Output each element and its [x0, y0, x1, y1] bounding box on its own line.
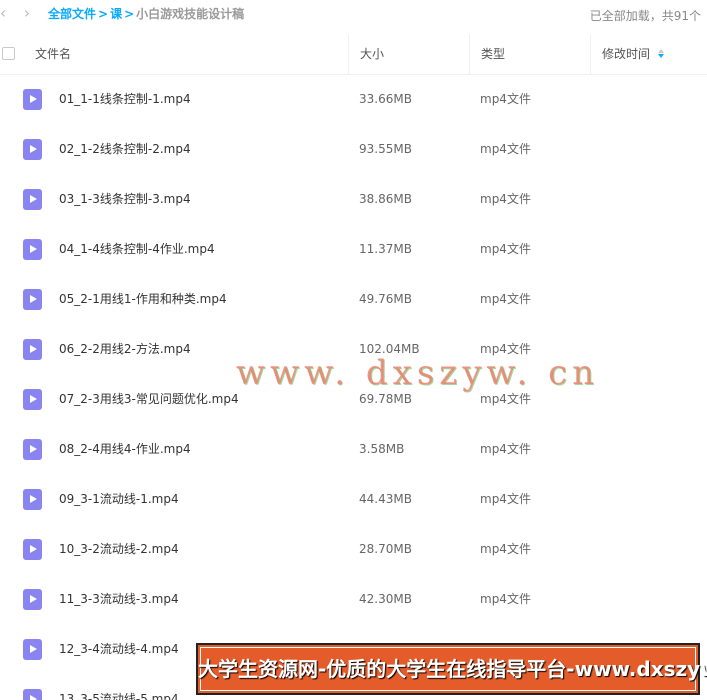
- file-name[interactable]: 06_2-2用线2-方法.mp4: [59, 342, 191, 357]
- column-header-size[interactable]: 大小: [348, 34, 470, 74]
- chevron-left-icon[interactable]: ‹: [0, 5, 6, 21]
- file-name[interactable]: 12_3-4流动线-4.mp4: [59, 642, 179, 657]
- video-file-icon: [23, 389, 42, 410]
- file-type: mp4文件: [480, 392, 531, 406]
- watermark-banner-text: 大学生资源网-优质的大学生在线指导平台-www.dxszyw.cn: [198, 657, 707, 681]
- file-name[interactable]: 08_2-4用线4-作业.mp4: [59, 442, 191, 457]
- table-row[interactable]: 09_3-1流动线-1.mp4 44.43MB mp4文件: [0, 475, 707, 525]
- video-file-icon: [23, 189, 42, 210]
- video-file-icon: [23, 139, 42, 160]
- file-name[interactable]: 03_1-3线条控制-3.mp4: [59, 192, 191, 207]
- file-name[interactable]: 01_1-1线条控制-1.mp4: [59, 92, 191, 107]
- file-size: 44.43MB: [359, 492, 412, 506]
- video-file-icon: [23, 339, 42, 360]
- file-size: 11.37MB: [359, 242, 412, 256]
- load-status-text: 已全部加载，共91个: [589, 9, 701, 23]
- video-file-icon: [23, 539, 42, 560]
- table-row[interactable]: 08_2-4用线4-作业.mp4 3.58MB mp4文件: [0, 425, 707, 475]
- file-size: 69.78MB: [359, 392, 412, 406]
- table-row[interactable]: 02_1-2线条控制-2.mp4 93.55MB mp4文件: [0, 125, 707, 175]
- table-row[interactable]: 11_3-3流动线-3.mp4 42.30MB mp4文件: [0, 575, 707, 625]
- file-type: mp4文件: [480, 242, 531, 256]
- file-name[interactable]: 07_2-3用线3-常见问题优化.mp4: [59, 392, 239, 407]
- column-header-type[interactable]: 类型: [469, 34, 591, 74]
- breadcrumb-root[interactable]: 全部文件: [48, 7, 96, 21]
- video-file-icon: [23, 289, 42, 310]
- file-size: 38.86MB: [359, 192, 412, 206]
- file-type: mp4文件: [480, 492, 531, 506]
- video-file-icon: [23, 439, 42, 460]
- video-file-icon: [23, 589, 42, 610]
- table-row[interactable]: 05_2-1用线1-作用和种类.mp4 49.76MB mp4文件: [0, 275, 707, 325]
- table-header: 文件名 大小 类型 修改时间: [0, 34, 707, 75]
- file-type: mp4文件: [480, 292, 531, 306]
- file-type: mp4文件: [480, 142, 531, 156]
- file-name[interactable]: 10_3-2流动线-2.mp4: [59, 542, 179, 557]
- video-file-icon: [23, 89, 42, 110]
- breadcrumb-bar: ‹ › 全部文件 > 课 > 小白游戏技能设计稿 已全部加载，共91个: [0, 0, 707, 28]
- breadcrumb: 全部文件 > 课 > 小白游戏技能设计稿: [48, 7, 244, 21]
- file-type: mp4文件: [480, 92, 531, 106]
- file-type: mp4文件: [480, 192, 531, 206]
- file-type: mp4文件: [480, 542, 531, 556]
- file-size: 49.76MB: [359, 292, 412, 306]
- table-row[interactable]: 01_1-1线条控制-1.mp4 33.66MB mp4文件: [0, 75, 707, 125]
- file-name[interactable]: 05_2-1用线1-作用和种类.mp4: [59, 292, 227, 307]
- file-type: mp4文件: [480, 442, 531, 456]
- chevron-right-icon[interactable]: ›: [24, 5, 30, 21]
- breadcrumb-parent[interactable]: 课: [110, 7, 122, 21]
- column-header-mtime-label: 修改时间: [602, 47, 651, 61]
- table-row[interactable]: 10_3-2流动线-2.mp4 28.70MB mp4文件: [0, 525, 707, 575]
- breadcrumb-separator: >: [98, 7, 109, 21]
- file-name[interactable]: 11_3-3流动线-3.mp4: [59, 592, 179, 607]
- file-size: 3.58MB: [359, 442, 405, 456]
- file-size: 93.55MB: [359, 142, 412, 156]
- sort-arrows-icon[interactable]: [658, 49, 665, 58]
- file-size: 33.66MB: [359, 92, 412, 106]
- table-row[interactable]: 03_1-3线条控制-3.mp4 38.86MB mp4文件: [0, 175, 707, 225]
- video-file-icon: [23, 239, 42, 260]
- watermark-banner: 大学生资源网-优质的大学生在线指导平台-www.dxszyw.cn: [196, 643, 707, 695]
- select-all-checkbox[interactable]: [2, 47, 15, 60]
- file-name[interactable]: 04_1-4线条控制-4作业.mp4: [59, 242, 215, 257]
- video-file-icon: [23, 689, 42, 700]
- file-size: 42.30MB: [359, 592, 412, 606]
- file-name[interactable]: 02_1-2线条控制-2.mp4: [59, 142, 191, 157]
- watermark-url: www. dxszyw. cn: [236, 353, 600, 393]
- file-size: 28.70MB: [359, 542, 412, 556]
- video-file-icon: [23, 639, 42, 660]
- file-name[interactable]: 09_3-1流动线-1.mp4: [59, 492, 179, 507]
- table-row[interactable]: 04_1-4线条控制-4作业.mp4 11.37MB mp4文件: [0, 225, 707, 275]
- column-header-mtime[interactable]: 修改时间: [590, 34, 707, 74]
- video-file-icon: [23, 489, 42, 510]
- file-type: mp4文件: [480, 592, 531, 606]
- column-header-name[interactable]: 文件名: [35, 34, 71, 74]
- breadcrumb-separator: >: [124, 7, 135, 21]
- breadcrumb-current: 小白游戏技能设计稿: [136, 7, 245, 21]
- file-browser: ‹ › 全部文件 > 课 > 小白游戏技能设计稿 已全部加载，共91个 文件名 大小 类…: [0, 0, 707, 700]
- file-name[interactable]: 13_3-5流动线-5.mp4: [59, 692, 179, 700]
